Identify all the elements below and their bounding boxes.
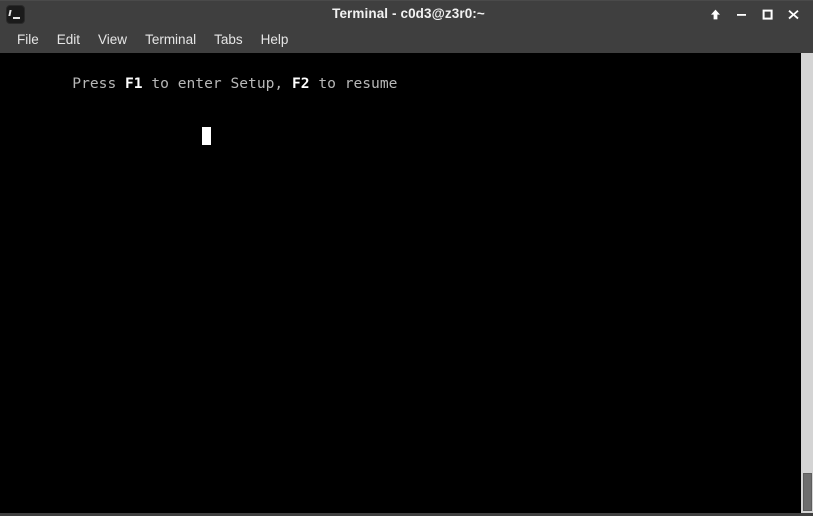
minimize-button[interactable] <box>728 2 754 28</box>
up-arrow-icon <box>710 9 720 20</box>
menu-item-file[interactable]: File <box>8 30 48 51</box>
menu-item-tabs[interactable]: Tabs <box>205 30 252 51</box>
menu-bar: File Edit View Terminal Tabs Help <box>0 27 813 53</box>
terminal-cursor <box>202 127 211 145</box>
minimize-icon <box>736 14 746 16</box>
scrollbar-thumb[interactable] <box>803 473 812 511</box>
text-segment-to-enter-setup: to enter Setup, <box>142 75 292 92</box>
close-icon <box>787 10 799 20</box>
title-bar[interactable]: Terminal - c0d3@z3r0:~ <box>0 0 813 27</box>
window-controls <box>702 1 806 28</box>
vertical-scrollbar[interactable] <box>800 53 813 513</box>
shade-button[interactable] <box>702 2 728 28</box>
terminal-icon[interactable] <box>6 5 25 24</box>
terminal-window: Terminal - c0d3@z3r0:~ File Edit View Te… <box>0 0 813 516</box>
text-segment-to-resume: to resume <box>309 75 398 92</box>
maximize-icon <box>762 9 773 20</box>
menu-item-edit[interactable]: Edit <box>48 30 89 51</box>
text-segment-f2: F2 <box>291 75 310 92</box>
menu-item-view[interactable]: View <box>89 30 136 51</box>
terminal-screen[interactable]: Press F1 to enter Setup, F2 to resume <box>0 53 800 513</box>
menu-item-help[interactable]: Help <box>252 30 298 51</box>
window-title: Terminal - c0d3@z3r0:~ <box>332 6 485 21</box>
close-button[interactable] <box>780 2 806 28</box>
terminal-area: Press F1 to enter Setup, F2 to resume <box>0 53 813 516</box>
menu-item-terminal[interactable]: Terminal <box>136 30 205 51</box>
maximize-button[interactable] <box>754 2 780 28</box>
terminal-output-line: Press F1 to enter Setup, F2 to resume <box>2 55 397 112</box>
text-segment-f1: F1 <box>125 75 143 92</box>
text-segment-press: Press <box>72 75 126 92</box>
prompt-glyph <box>9 9 22 20</box>
